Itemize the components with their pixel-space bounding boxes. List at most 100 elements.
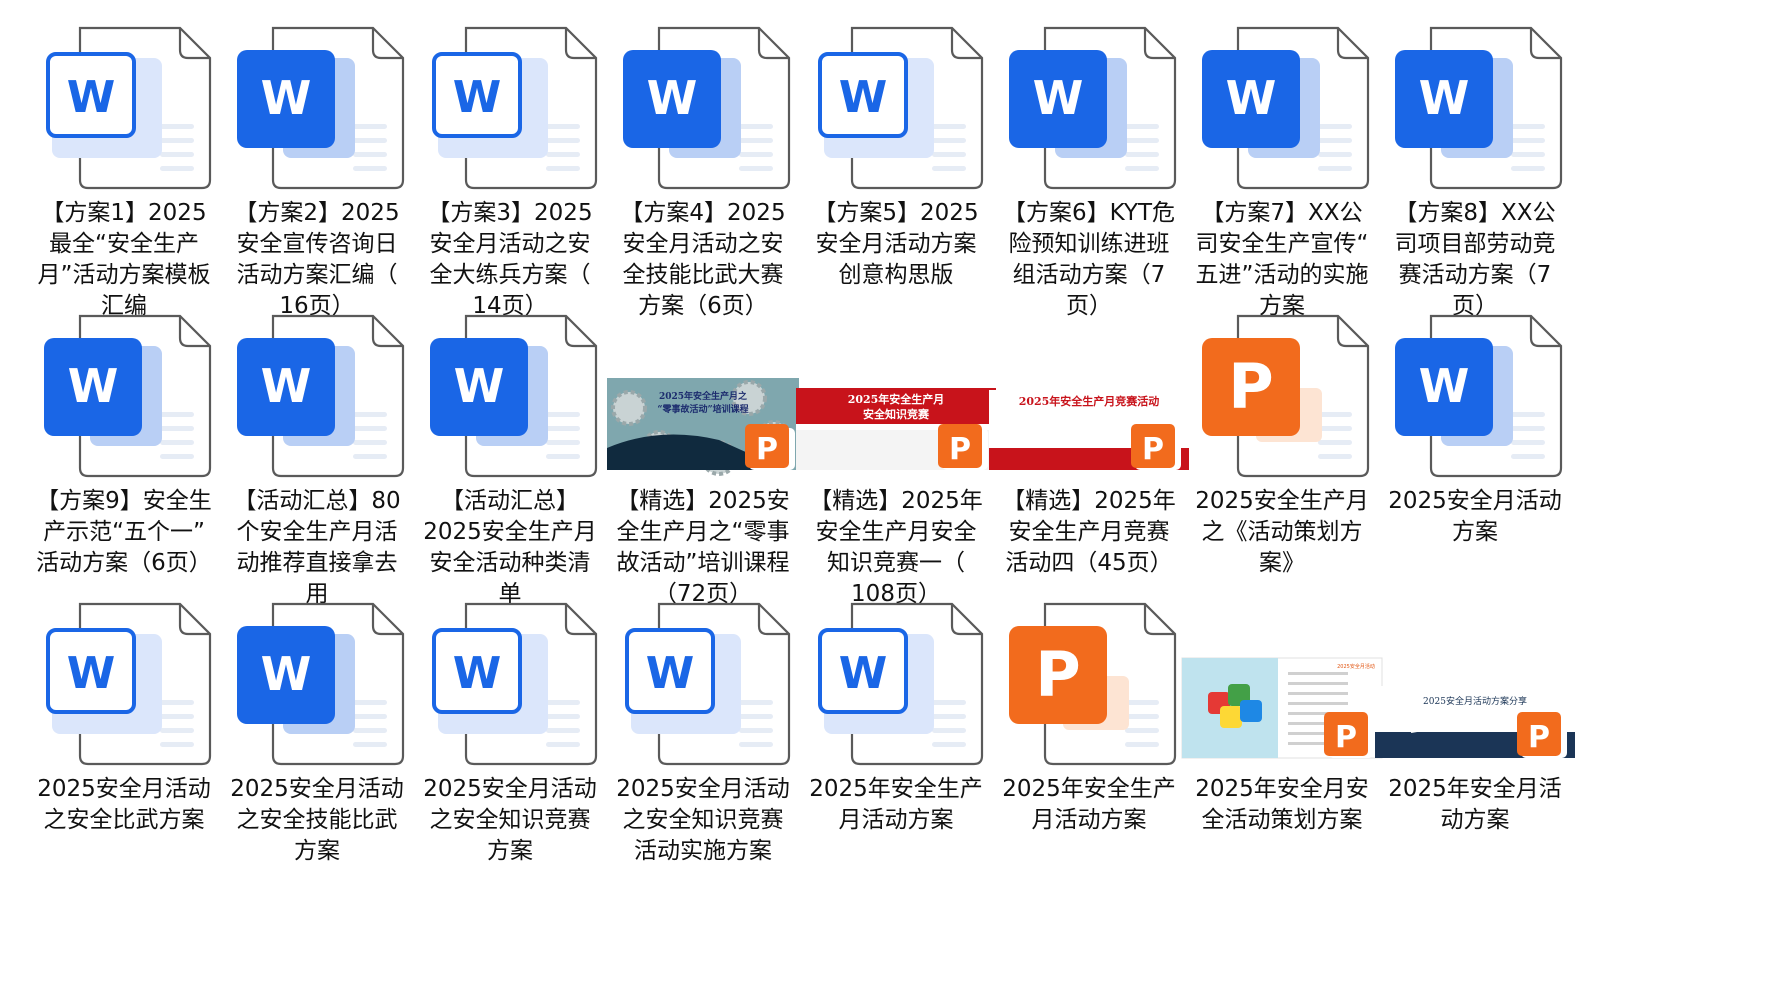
word-icon: W bbox=[625, 628, 741, 734]
svg-text:P: P bbox=[1335, 720, 1357, 755]
file-name-label: 【方案2】2025 安全宣传咨询日 活动方案汇编（ 16页） bbox=[234, 200, 400, 319]
svg-text:2025安全月活动: 2025安全月活动 bbox=[1337, 663, 1375, 670]
word-file-icon: W bbox=[625, 602, 791, 766]
file-name-label: 2025年安全月安 全活动策划方案 bbox=[1195, 776, 1369, 833]
file-item[interactable]: W 2025年安全生产 月活动方案 bbox=[792, 596, 1000, 916]
file-item[interactable]: 2025年安全生产月安全知识竞赛 P 【精选】2025年 安全生产月安全 知识竞赛一… bbox=[792, 308, 1000, 628]
file-name-label: 【活动汇总】80 个安全生产月活 动推荐直接拿去 用 bbox=[233, 488, 401, 607]
file-item[interactable]: W 【方案5】2025 安全月活动方案 创意构思版 bbox=[792, 20, 1000, 340]
svg-text:2025年安全生产月竞赛活动: 2025年安全生产月竞赛活动 bbox=[1019, 394, 1160, 408]
word-icon: W bbox=[818, 52, 934, 158]
word-icon: W bbox=[237, 626, 355, 734]
word-file-icon: W bbox=[432, 26, 598, 190]
svg-text:P: P bbox=[1228, 350, 1273, 423]
svg-text:P: P bbox=[1528, 720, 1550, 755]
svg-text:W: W bbox=[1419, 359, 1470, 413]
svg-text:2025安全月活动方案分享: 2025安全月活动方案分享 bbox=[1423, 695, 1527, 707]
word-file-icon: W bbox=[237, 602, 405, 766]
word-icon: W bbox=[46, 628, 162, 734]
file-name-label: 2025安全月活动 之安全技能比武 方案 bbox=[230, 776, 404, 864]
svg-text:W: W bbox=[647, 71, 698, 125]
svg-text:W: W bbox=[453, 72, 502, 123]
word-file-icon: W bbox=[1395, 26, 1563, 190]
word-icon: W bbox=[44, 338, 162, 446]
file-item[interactable]: W 【方案4】2025 安全月活动之安 全技能比武大赛 方案（6页） bbox=[599, 20, 807, 340]
file-item[interactable]: P 2025安全生产月 之《活动策划方 案》 bbox=[1178, 308, 1386, 628]
file-item[interactable]: W 2025安全月活动 方案 bbox=[1371, 308, 1579, 628]
svg-text:P: P bbox=[949, 432, 971, 467]
file-grid: W 【方案1】2025 最全“安全生产 月”活动方案模板 汇编 W 【方案2】2025… bbox=[20, 20, 1764, 980]
file-item[interactable]: W 【活动汇总】 2025安全生产月 安全活动种类清 单 bbox=[406, 308, 614, 628]
word-icon: W bbox=[623, 50, 741, 158]
file-item[interactable]: W 2025安全月活动 之安全知识竞赛 活动实施方案 bbox=[599, 596, 807, 916]
svg-text:P: P bbox=[1142, 432, 1164, 467]
word-icon: W bbox=[430, 338, 548, 446]
powerpoint-badge-icon: P bbox=[1517, 712, 1567, 758]
file-item[interactable]: W 2025安全月活动 之安全技能比武 方案 bbox=[213, 596, 421, 916]
svg-text:W: W bbox=[68, 359, 119, 413]
file-name-label: 【方案3】2025 安全月活动之安 全大练兵方案（ 14页） bbox=[427, 200, 593, 319]
svg-text:W: W bbox=[261, 71, 312, 125]
word-file-icon: W bbox=[237, 314, 405, 478]
svg-text:W: W bbox=[839, 648, 888, 699]
word-icon: W bbox=[237, 50, 355, 158]
word-icon: W bbox=[1009, 50, 1127, 158]
file-name-label: 【精选】2025年 安全生产月安全 知识竞赛一（ 108页） bbox=[809, 488, 983, 607]
powerpoint-file-icon: P bbox=[1202, 314, 1370, 478]
powerpoint-badge-icon: P bbox=[745, 424, 795, 470]
svg-text:W: W bbox=[67, 72, 116, 123]
word-icon: W bbox=[237, 338, 355, 446]
powerpoint-file-icon: P bbox=[1009, 602, 1177, 766]
file-item[interactable]: W 2025安全月活动 之安全知识竞赛 方案 bbox=[406, 596, 614, 916]
file-item[interactable]: 2025安全月活动 P 2025年安全月安 全活动策划方案 bbox=[1178, 596, 1386, 916]
word-icon: W bbox=[1202, 50, 1320, 158]
word-file-icon: W bbox=[432, 602, 598, 766]
word-file-icon: W bbox=[430, 314, 598, 478]
svg-text:P: P bbox=[1035, 638, 1080, 711]
file-name-label: 2025安全生产月 之《活动策划方 案》 bbox=[1195, 488, 1369, 576]
file-name-label: 2025安全月活动 之安全知识竞赛 方案 bbox=[423, 776, 597, 864]
slide-thumbnail-icon: 2025年安全生产月安全知识竞赛P bbox=[796, 388, 996, 470]
svg-text:W: W bbox=[261, 359, 312, 413]
svg-text:W: W bbox=[453, 648, 502, 699]
file-name-label: 2025安全月活动 之安全知识竞赛 活动实施方案 bbox=[616, 776, 790, 864]
file-item[interactable]: W 【方案1】2025 最全“安全生产 月”活动方案模板 汇编 bbox=[20, 20, 228, 340]
file-item[interactable]: 2025年安全生产月之“零事故活动”培训课程 P 【精选】2025安 全生产月之“零… bbox=[599, 308, 807, 628]
powerpoint-badge-icon: P bbox=[938, 424, 988, 470]
powerpoint-badge-icon: P bbox=[1324, 712, 1374, 758]
svg-text:W: W bbox=[261, 647, 312, 701]
file-name-label: 【精选】2025年 安全生产月竞赛 活动四（45页） bbox=[1002, 488, 1176, 576]
word-icon: W bbox=[1395, 50, 1513, 158]
word-file-icon: W bbox=[1009, 26, 1177, 190]
file-item[interactable]: W 【方案6】KYT危 险预知训练进班 组活动方案（7 页） bbox=[985, 20, 1193, 340]
file-item[interactable]: W 【方案3】2025 安全月活动之安 全大练兵方案（ 14页） bbox=[406, 20, 614, 340]
slide-thumbnail-icon: 2025安全月活动方案分享 P bbox=[1375, 686, 1575, 758]
file-item[interactable]: W 【方案8】XX公 司项目部劳动竞 赛活动方案（7 页） bbox=[1371, 20, 1579, 340]
file-name-label: 2025安全月活动 方案 bbox=[1388, 488, 1562, 545]
svg-text:W: W bbox=[646, 648, 695, 699]
word-icon: W bbox=[432, 628, 548, 734]
file-item[interactable]: P 2025年安全生产 月活动方案 bbox=[985, 596, 1193, 916]
svg-text:W: W bbox=[454, 359, 505, 413]
file-name-label: 2025年安全月活 动方案 bbox=[1388, 776, 1562, 833]
svg-text:W: W bbox=[1419, 71, 1470, 125]
word-file-icon: W bbox=[818, 26, 984, 190]
file-name-label: 【精选】2025安 全生产月之“零事 故活动”培训课程 （72页） bbox=[616, 488, 790, 607]
word-file-icon: W bbox=[46, 26, 212, 190]
word-icon: W bbox=[46, 52, 162, 158]
word-icon: W bbox=[1395, 338, 1513, 446]
slide-thumbnail-icon: 2025年安全生产月之“零事故活动”培训课程P bbox=[607, 378, 799, 476]
file-item[interactable]: W 【方案2】2025 安全宣传咨询日 活动方案汇编（ 16页） bbox=[213, 20, 421, 340]
file-item[interactable]: W 【活动汇总】80 个安全生产月活 动推荐直接拿去 用 bbox=[213, 308, 421, 628]
file-item[interactable]: 2025安全月活动方案分享 P 2025年安全月活 动方案 bbox=[1371, 596, 1579, 916]
svg-text:W: W bbox=[1033, 71, 1084, 125]
file-name-label: 【方案1】2025 最全“安全生产 月”活动方案模板 汇编 bbox=[37, 200, 211, 319]
file-item[interactable]: W 2025安全月活动 之安全比武方案 bbox=[20, 596, 228, 916]
word-file-icon: W bbox=[1202, 26, 1370, 190]
file-item[interactable]: W 【方案7】XX公 司安全生产宣传“ 五进”活动的实施 方案 bbox=[1178, 20, 1386, 340]
file-item[interactable]: W 【方案9】安全生 产示范“五个一” 活动方案（6页） bbox=[20, 308, 228, 628]
word-file-icon: W bbox=[46, 602, 212, 766]
slide-thumbnail-icon: 2025年安全生产月竞赛活动 P bbox=[989, 390, 1189, 470]
file-item[interactable]: 2025年安全生产月竞赛活动 P 【精选】2025年 安全生产月竞赛 活动四（45页… bbox=[985, 308, 1193, 628]
file-name-label: 【活动汇总】 2025安全生产月 安全活动种类清 单 bbox=[423, 488, 597, 607]
